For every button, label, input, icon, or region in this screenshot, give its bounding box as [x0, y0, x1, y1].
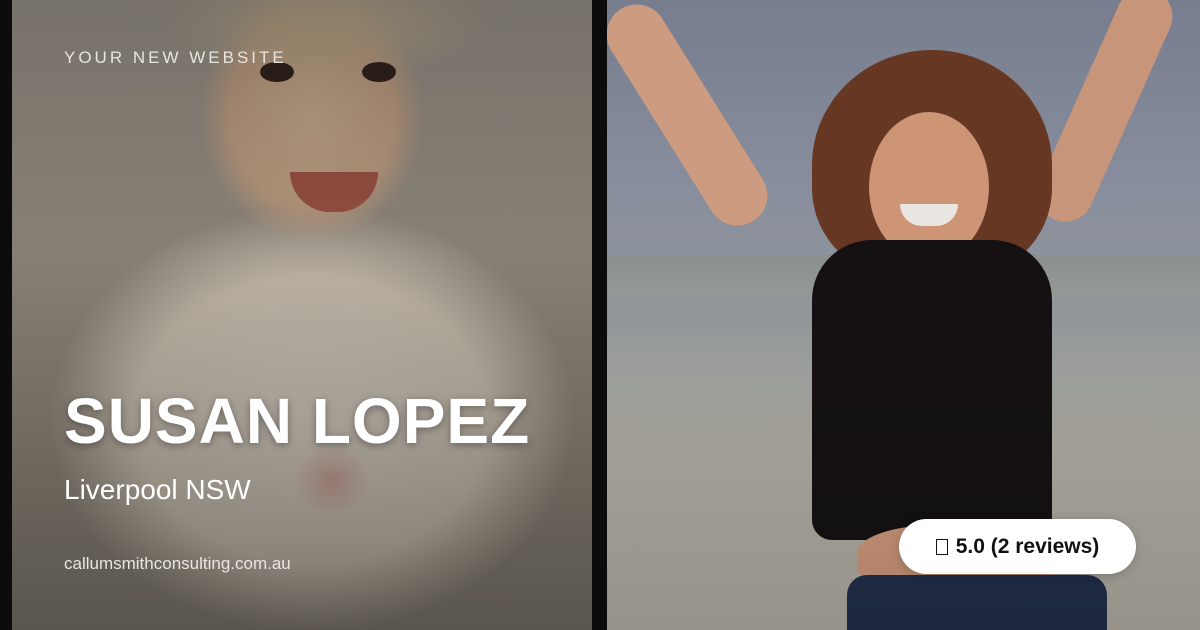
website-url[interactable]: callumsmithconsulting.com.au: [64, 554, 291, 574]
eyebrow-text: YOUR NEW WEBSITE: [64, 48, 287, 67]
rating-badge: 5.0 (2 reviews): [899, 519, 1136, 574]
profile-name: SUSAN LOPEZ: [64, 385, 531, 457]
baby-photo: [12, 0, 592, 630]
rating-text: 5.0 (2 reviews): [955, 534, 1100, 558]
star-icon: [935, 538, 948, 555]
profile-location: Liverpool NSW: [64, 474, 251, 505]
